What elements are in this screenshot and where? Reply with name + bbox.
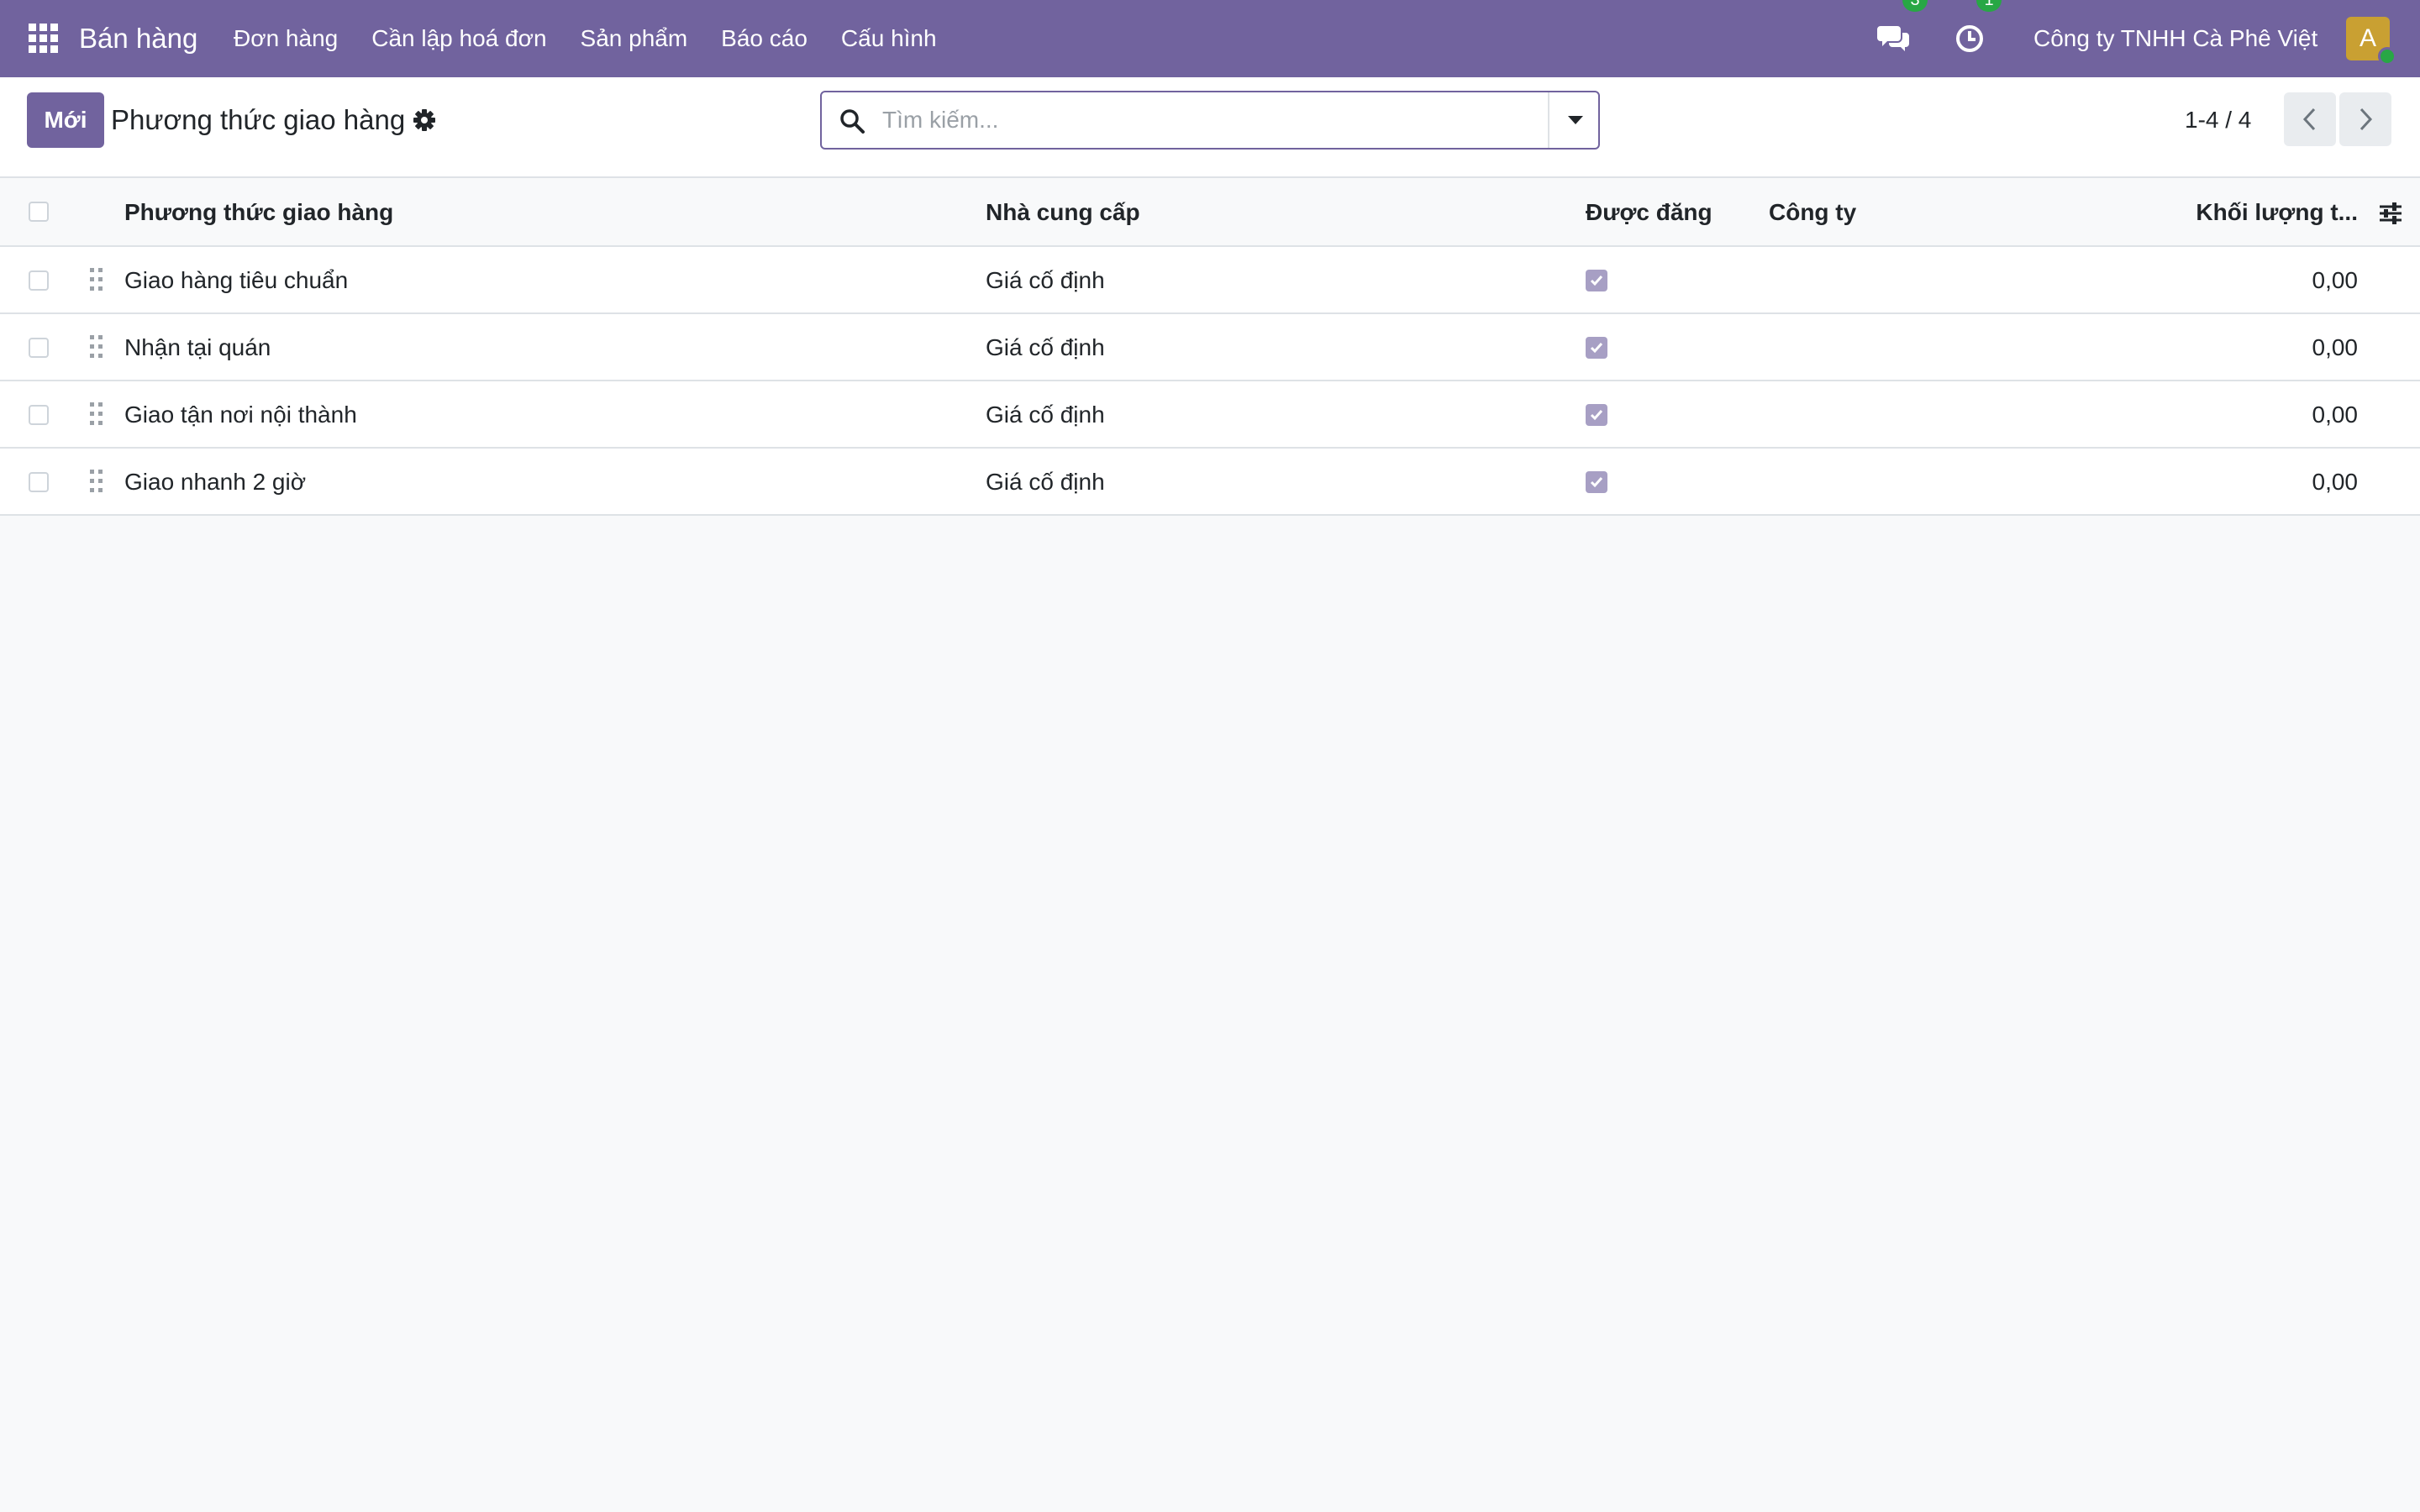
check-icon (1590, 276, 1603, 286)
row-weight: 0,00 (2312, 402, 2359, 428)
row-provider: Giá cố định (986, 402, 1105, 428)
drag-handle-icon[interactable] (89, 334, 104, 360)
table-row[interactable]: Nhận tại quán Giá cố định 0,00 (0, 314, 2420, 381)
table-row[interactable]: Giao nhanh 2 giờ Giá cố định 0,00 (0, 449, 2420, 516)
activities-badge: 1 (1976, 0, 2002, 12)
row-checkbox[interactable] (29, 405, 49, 425)
row-name: Giao tận nơi nội thành (124, 402, 357, 428)
table-row[interactable]: Giao hàng tiêu chuẩn Giá cố định 0,00 (0, 247, 2420, 314)
chevron-left-icon (2302, 108, 2316, 131)
pager-previous-button[interactable] (2284, 92, 2336, 146)
messages-menu[interactable]: 3 (1877, 0, 1928, 77)
menu-products[interactable]: Sản phẩm (564, 0, 705, 77)
activities-menu[interactable]: 1 (1954, 0, 2002, 77)
list-table: Phương thức giao hàng Nhà cung cấp Được … (0, 178, 2420, 516)
pager-value[interactable]: 1-4 / 4 (2185, 92, 2251, 148)
check-icon (1590, 343, 1603, 354)
check-icon (1590, 410, 1603, 421)
menu-orders[interactable]: Đơn hàng (217, 0, 355, 77)
messages-badge: 3 (1902, 0, 1928, 12)
row-name: Nhận tại quán (124, 334, 271, 360)
chevron-right-icon (2360, 108, 2373, 131)
row-checkbox[interactable] (29, 338, 49, 358)
avatar-letter: A (2359, 24, 2376, 52)
search-box (820, 91, 1600, 150)
page-title: Phương thức giao hàng (111, 104, 406, 135)
column-settings-icon[interactable] (2378, 202, 2403, 225)
table-header: Phương thức giao hàng Nhà cung cấp Được … (0, 178, 2420, 247)
menu-to-invoice[interactable]: Cần lập hoá đơn (355, 0, 563, 77)
search-options-toggle[interactable] (1548, 92, 1598, 148)
menu-configuration[interactable]: Cấu hình (824, 0, 954, 77)
caret-down-icon (1568, 116, 1583, 124)
column-weight[interactable]: Khối lượng t... (2196, 178, 2358, 247)
row-checkbox[interactable] (29, 472, 49, 492)
online-status-dot (2378, 47, 2396, 66)
apps-grid-icon[interactable] (29, 24, 59, 54)
column-name[interactable]: Phương thức giao hàng (124, 178, 393, 247)
drag-handle-icon[interactable] (89, 469, 104, 494)
row-name: Giao nhanh 2 giờ (124, 469, 307, 495)
row-provider: Giá cố định (986, 469, 1105, 495)
row-weight: 0,00 (2312, 469, 2359, 495)
column-company[interactable]: Công ty (1769, 178, 1856, 247)
row-provider: Giá cố định (986, 334, 1105, 360)
published-checkbox (1586, 404, 1607, 426)
top-navbar: Bán hàng Đơn hàng Cần lập hoá đơn Sản ph… (0, 0, 2420, 77)
clock-icon[interactable] (1954, 24, 1985, 54)
row-name: Giao hàng tiêu chuẩn (124, 267, 349, 293)
company-switcher[interactable]: Công ty TNHH Cà Phê Việt (2033, 0, 2317, 77)
check-icon (1590, 477, 1603, 488)
main-menu: Đơn hàng Cần lập hoá đơn Sản phẩm Báo cá… (217, 0, 954, 77)
select-all-checkbox[interactable] (29, 202, 49, 222)
published-checkbox (1586, 270, 1607, 291)
chat-bubbles-icon[interactable] (1877, 24, 1911, 53)
search-icon (840, 109, 865, 134)
app-name[interactable]: Bán hàng (79, 0, 197, 77)
control-panel: Mới Phương thức giao hàng 1-4 / 4 (0, 77, 2420, 178)
column-published[interactable]: Được đăng (1586, 178, 1712, 247)
drag-handle-icon[interactable] (89, 267, 104, 292)
column-provider[interactable]: Nhà cung cấp (986, 178, 1140, 247)
published-checkbox (1586, 471, 1607, 493)
search-input[interactable] (882, 92, 1521, 148)
gear-icon[interactable] (412, 108, 437, 133)
published-checkbox (1586, 337, 1607, 359)
drag-handle-icon[interactable] (89, 402, 104, 427)
row-weight: 0,00 (2312, 334, 2359, 360)
new-button[interactable]: Mới (27, 92, 104, 148)
pager-next-button[interactable] (2339, 92, 2391, 146)
user-avatar[interactable]: A (2346, 17, 2396, 66)
row-weight: 0,00 (2312, 267, 2359, 293)
row-provider: Giá cố định (986, 267, 1105, 293)
table-row[interactable]: Giao tận nơi nội thành Giá cố định 0,00 (0, 381, 2420, 449)
menu-reporting[interactable]: Báo cáo (704, 0, 824, 77)
row-checkbox[interactable] (29, 270, 49, 291)
